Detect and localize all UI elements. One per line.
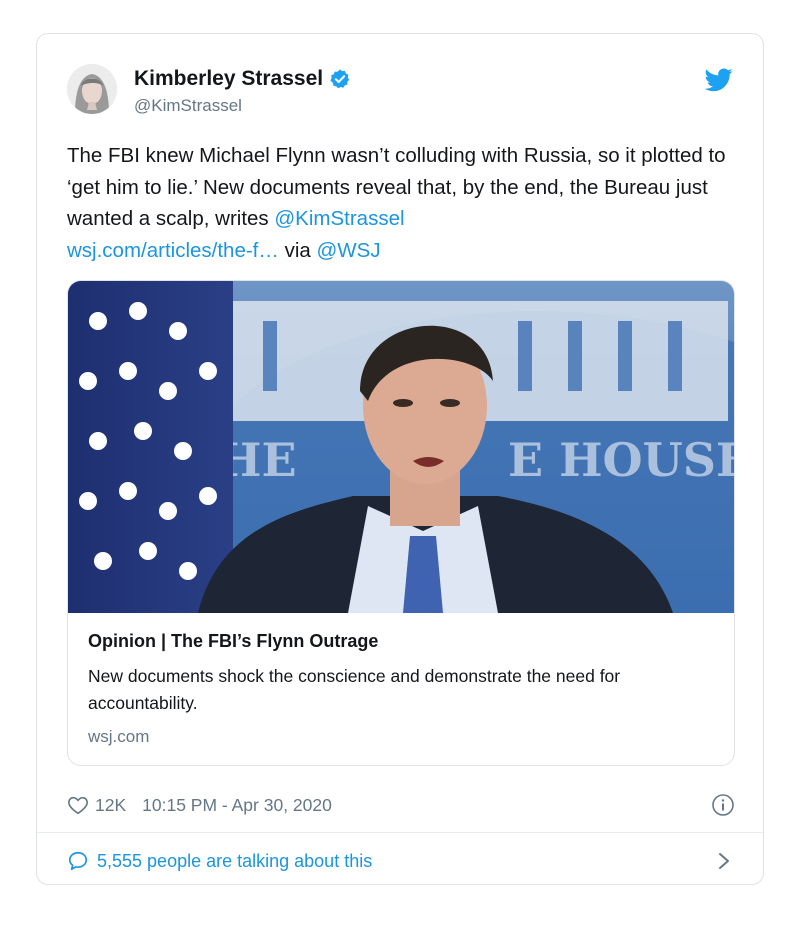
mention-author-link[interactable]: @KimStrassel [274, 207, 404, 230]
tweet-meta: 12K 10:15 PM - Apr 30, 2020 [67, 790, 735, 820]
heart-icon[interactable] [67, 794, 89, 816]
link-preview-text: Opinion | The FBI’s Flynn Outrage New do… [88, 631, 716, 747]
divider [37, 832, 763, 833]
speech-bubble-icon [68, 851, 88, 871]
timestamp[interactable]: 10:15 PM - Apr 30, 2020 [142, 795, 332, 816]
info-icon[interactable] [711, 793, 735, 817]
verified-badge-icon [330, 69, 350, 89]
article-title[interactable]: Opinion | The FBI’s Flynn Outrage [88, 631, 716, 652]
article-domain: wsj.com [88, 727, 150, 746]
author-name-row[interactable]: Kimberley Strassel [134, 67, 351, 91]
via-text: via [278, 238, 317, 262]
chevron-right-icon[interactable] [717, 852, 731, 870]
tweet-text: The FBI knew Michael Flynn wasn’t collud… [67, 140, 735, 266]
link-preview-card[interactable]: HE E HOUSE Opinion | The FBI’s Flynn Out… [67, 280, 735, 766]
author-name[interactable]: Kimberley Strassel [134, 67, 323, 91]
svg-text:E HOUSE: E HOUSE [508, 433, 735, 487]
article-preview-image: HE E HOUSE [68, 281, 735, 613]
mention-wsj-link[interactable]: @WSJ [317, 239, 381, 262]
article-description: New documents shock the conscience and d… [88, 666, 621, 713]
article-url-link[interactable]: wsj.com/articles/the-f… [67, 239, 279, 262]
like-count[interactable]: 12K [95, 795, 126, 816]
author-handle[interactable]: @KimStrassel [134, 96, 242, 116]
twitter-bird-icon[interactable] [705, 68, 733, 92]
avatar[interactable] [67, 64, 117, 114]
conversation-link[interactable]: 5,555 people are talking about this [67, 846, 735, 876]
conversation-text[interactable]: 5,555 people are talking about this [97, 851, 372, 872]
tweet-card: Kimberley Strassel @KimStrassel The FBI … [36, 33, 764, 885]
